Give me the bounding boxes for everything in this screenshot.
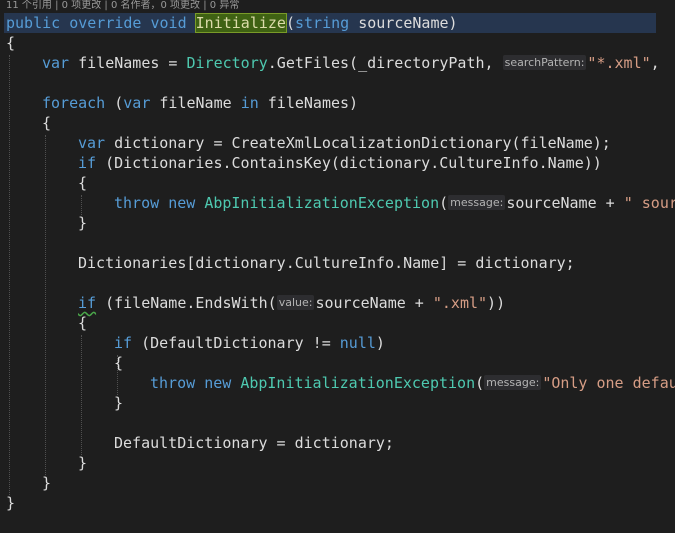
method-name-highlight[interactable]: Initialize [194,13,287,33]
code-line[interactable]: { [78,313,87,333]
code-line[interactable]: if (DefaultDictionary != null) [114,333,385,353]
code-line[interactable]: { [6,33,15,53]
code-line[interactable]: { [114,353,123,373]
code-line[interactable]: { [78,173,87,193]
code-line[interactable]: Dictionaries[dictionary.CultureInfo.Name… [78,253,575,273]
code-line[interactable]: } [114,393,123,413]
indent-guide [45,135,46,475]
code-line[interactable]: throw new AbpInitializationException(mes… [150,373,675,393]
codelens-exceptions[interactable]: 0 异常 [210,0,240,11]
parameter-hint: searchPattern: [502,55,587,70]
indent-guide [9,55,10,495]
code-line-signature[interactable]: public override void Initialize(string s… [4,13,656,33]
parameter-hint: value: [276,295,315,310]
code-line[interactable]: foreach (var fileName in fileNames) [42,93,358,113]
code-line[interactable]: DefaultDictionary = dictionary; [114,433,394,453]
indent-guide [81,335,82,455]
code-line[interactable]: } [6,493,15,513]
codelens-references[interactable]: 11 个引用 [6,0,52,11]
code-line[interactable]: { [42,113,51,133]
code-line[interactable]: } [42,473,51,493]
indent-guide [81,195,82,215]
code-line[interactable]: var dictionary = CreateXmlLocalizationDi… [78,133,611,153]
code-line[interactable]: if (Dictionaries.ContainsKey(dictionary.… [78,153,602,173]
suggestion-squiggle[interactable]: if [78,294,96,312]
parameter-hint: message: [484,375,542,390]
codelens-authors[interactable]: 0 名作者，0 项更改 [111,0,200,11]
code-editor[interactable]: 11 个引用 | 0 项更改 | 0 名作者，0 项更改 | 0 异常 publ… [0,0,675,533]
codelens-changes[interactable]: 0 项更改 [62,0,102,11]
code-line[interactable]: if (fileName.EndsWith(value: sourceName +… [78,293,505,313]
parameter-hint: message: [448,195,506,210]
codelens-bar: 11 个引用 | 0 项更改 | 0 名作者，0 项更改 | 0 异常 [6,0,240,11]
code-line[interactable]: } [78,213,87,233]
code-line[interactable]: var fileNames = Directory.GetFiles(_dire… [42,53,660,73]
code-line[interactable]: } [78,453,87,473]
code-line[interactable]: throw new AbpInitializationException(mes… [114,193,675,213]
